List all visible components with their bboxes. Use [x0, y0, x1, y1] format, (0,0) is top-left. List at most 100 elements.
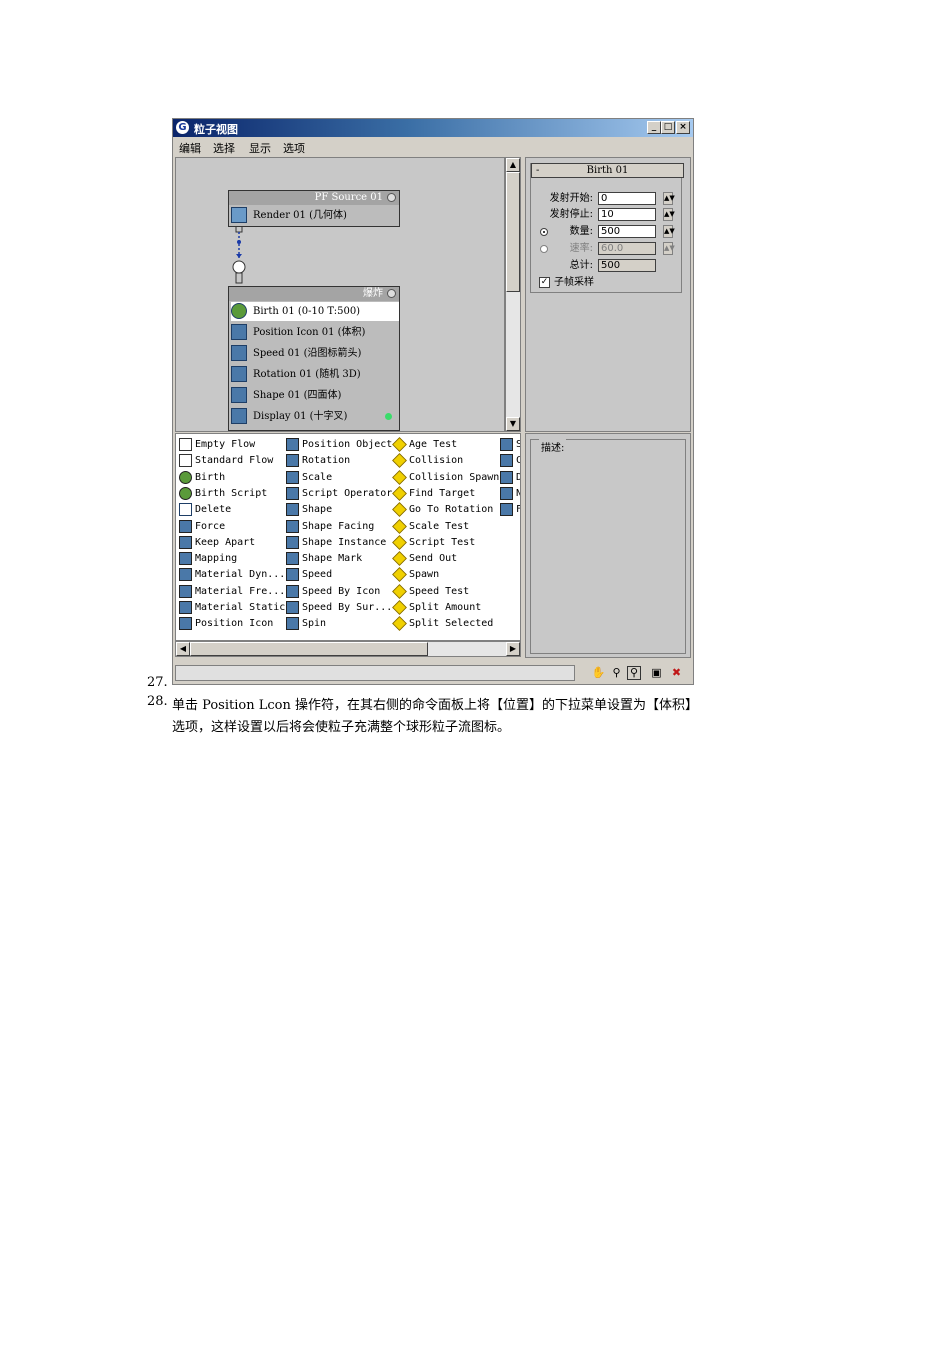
particle-view-window: G 粒子视图 _ □ × 编辑 选择 显示 选项 PF Source 01 Re… — [172, 118, 694, 685]
depot-item-label: Speed By Icon — [302, 585, 381, 597]
zoom-icon[interactable]: ⚲ — [609, 666, 624, 680]
depot-horizontal-scrollbar[interactable]: ◀ ▶ — [175, 641, 521, 657]
depot-item-label: Shape — [302, 504, 333, 516]
rollout-header[interactable]: - Birth 01 — [531, 163, 684, 178]
pf-source-title: PF Source 01 — [314, 192, 383, 203]
emit-start-field[interactable]: 0 — [598, 192, 656, 205]
depot-item-label: Collision — [409, 455, 464, 467]
depot-item-label: Position Icon — [195, 618, 274, 630]
list-number-28: 28. — [147, 694, 168, 709]
operator-icon — [286, 535, 299, 549]
depot-item-label: Scale Test — [409, 520, 470, 532]
menu-options[interactable]: 选项 — [283, 140, 305, 156]
amount-spinner[interactable]: ▲▼ — [663, 225, 675, 238]
total-row: 总计: 500 — [543, 259, 683, 273]
operator-icon — [179, 601, 192, 614]
depot-item-label: Shape Facing — [302, 520, 375, 532]
operator-icon — [392, 502, 407, 518]
close-button[interactable]: × — [676, 121, 690, 134]
birth-operator[interactable]: Birth 01 (0-10 T:500) — [231, 302, 399, 321]
maximize-button[interactable]: □ — [661, 121, 675, 134]
operator-icon — [392, 583, 407, 599]
depot-item-label: Script Operator — [302, 487, 393, 499]
depot-item-label: Speed By Sur... — [302, 602, 393, 613]
pan-hand-icon[interactable]: ✋ — [591, 666, 606, 680]
list-number-27: 27. — [147, 675, 168, 690]
description-group: 描述: — [530, 439, 686, 654]
operator-icon — [179, 535, 192, 549]
operator-icon — [286, 584, 299, 598]
rotation-icon — [231, 366, 247, 382]
caption-line-2: 选项，这样设置以后将会使粒子充满整个球形粒子流图标。 — [172, 720, 511, 735]
operator-icon — [179, 617, 192, 631]
operator-icon — [286, 601, 299, 614]
minimize-button[interactable]: _ — [647, 121, 661, 134]
operator-icon — [179, 519, 192, 533]
depot-item-label: Shape Mark — [302, 553, 363, 565]
operator-icon — [286, 552, 299, 566]
operator-icon — [500, 438, 513, 451]
depot-item-label: Split Selected — [409, 618, 494, 630]
operator-icon — [500, 486, 513, 500]
depot-item-label: Script Test — [409, 536, 476, 548]
status-field — [175, 665, 575, 681]
light-bulb-icon[interactable] — [387, 193, 396, 202]
zoom-extents-icon[interactable]: ▣ — [649, 666, 664, 680]
scroll-up-button[interactable]: ▲ — [506, 158, 520, 172]
menu-display[interactable]: 显示 — [249, 140, 271, 156]
operator-icon — [179, 486, 192, 500]
menu-select[interactable]: 选择 — [213, 140, 235, 156]
subframe-checkbox[interactable]: ✓ — [539, 277, 550, 288]
depot-item-label: Shape Instance — [302, 536, 387, 548]
scroll-down-button[interactable]: ▼ — [506, 417, 520, 431]
emit-stop-spinner[interactable]: ▲▼ — [663, 208, 675, 221]
event-node[interactable]: 爆炸 Birth 01 (0-10 T:500) Position Icon 0… — [228, 286, 400, 431]
scroll-thumb[interactable] — [506, 172, 520, 292]
rate-field[interactable]: 60.0 — [598, 242, 656, 255]
operator-icon — [392, 534, 407, 550]
operator-icon — [286, 438, 299, 451]
emit-stop-field[interactable]: 10 — [598, 208, 656, 221]
caption-line-1: 单击 Position Lcon 操作符，在其右侧的命令面板上将【位置】的下拉菜… — [172, 698, 698, 713]
menu-edit[interactable]: 编辑 — [179, 140, 201, 156]
depot-item-label: Keep Apart — [195, 536, 256, 548]
operator-icon — [500, 503, 513, 517]
display-color-dot — [385, 413, 392, 420]
depot-item-label: Birth — [195, 471, 226, 483]
horizontal-scroll-thumb[interactable] — [190, 642, 428, 656]
depot-item-label: Scale — [302, 471, 333, 483]
pf-source-node[interactable]: PF Source 01 Render 01 (几何体) — [228, 190, 400, 227]
depot-item-label: Find Target — [409, 487, 476, 499]
amount-field[interactable]: 500 — [598, 225, 656, 238]
scroll-right-button[interactable]: ▶ — [506, 642, 520, 656]
depot-item-label: Standard Flow — [195, 455, 274, 467]
light-bulb-icon[interactable] — [387, 289, 396, 298]
depot-item-label: Material Static — [195, 602, 286, 613]
operator-icon — [286, 503, 299, 517]
operator-icon — [179, 503, 192, 517]
depot-item-label: Age Test — [409, 439, 458, 450]
operator-icon — [392, 567, 407, 583]
position-icon — [231, 324, 247, 340]
depot-item-label: Force — [195, 520, 226, 532]
rate-spinner[interactable]: ▲▼ — [663, 242, 675, 255]
emit-start-spinner[interactable]: ▲▼ — [663, 192, 675, 205]
app-icon: G — [176, 121, 189, 134]
birth-icon — [231, 303, 247, 319]
window-title: 粒子视图 — [194, 123, 238, 136]
total-field: 500 — [598, 259, 656, 272]
particle-flow-canvas[interactable]: PF Source 01 Render 01 (几何体) 爆炸 Birth 01… — [175, 157, 505, 432]
title-bar[interactable]: G 粒子视图 _ □ × — [173, 119, 693, 137]
operator-depot[interactable]: Empty Flow Standard Flow Birth Birth Script… — [175, 433, 521, 641]
no-zoom-icon[interactable]: ✖ — [669, 666, 684, 680]
zoom-region-icon[interactable]: ⚲ — [627, 666, 641, 680]
depot-item-label: Birth Script — [195, 487, 268, 499]
depot-item-label: Material Dyn... — [195, 569, 286, 581]
shape-icon — [231, 387, 247, 403]
scroll-left-button[interactable]: ◀ — [176, 642, 190, 656]
description-panel: 描述: — [525, 433, 691, 658]
canvas-vertical-scrollbar[interactable]: ▲ ▼ — [505, 157, 521, 432]
emit-stop-row: 发射停止: 10 ▲▼ — [549, 208, 675, 221]
depot-item-label: Speed Test — [409, 585, 470, 597]
speed-icon — [231, 345, 247, 361]
